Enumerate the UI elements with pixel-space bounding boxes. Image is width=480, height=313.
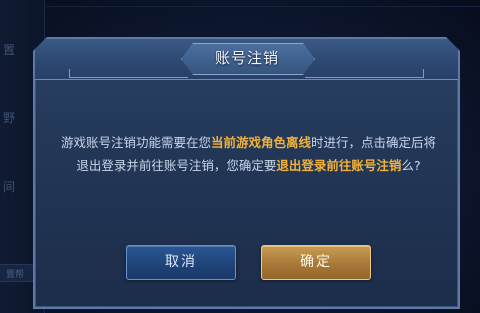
background-menu-char: 野: [3, 111, 16, 125]
message-text: 么?: [401, 158, 421, 173]
confirm-button[interactable]: 确定: [261, 245, 371, 280]
account-deletion-dialog: 账号注销 游戏账号注销功能需要在您当前游戏角色离线时进行，点击确定后将退出登录并…: [33, 37, 460, 309]
dialog-header: 账号注销: [35, 39, 458, 80]
game-screen: 置 野 间 置帮 账号注销 游戏账号注销功能需要在您当前游戏角色离线时进行，点击…: [0, 0, 480, 313]
dialog-title: 账号注销: [214, 49, 279, 67]
background-menu-char: 间: [3, 180, 16, 194]
message-highlight-offline: 当前游戏角色离线: [210, 135, 311, 150]
message-text: 游戏账号注销功能需要在您: [60, 135, 211, 150]
background-divider: [44, 6, 480, 7]
cancel-button[interactable]: 取消: [126, 245, 236, 280]
header-ornament-left: [69, 69, 188, 78]
background-menu-char: 置: [3, 43, 16, 57]
background-field-text: 置帮: [6, 270, 25, 280]
dialog-message: 游戏账号注销功能需要在您当前游戏角色离线时进行，点击确定后将退出登录并前往账号注…: [57, 131, 440, 177]
message-highlight-logout: 退出登录前往账号注销: [276, 158, 402, 173]
header-ornament-right: [305, 69, 424, 78]
